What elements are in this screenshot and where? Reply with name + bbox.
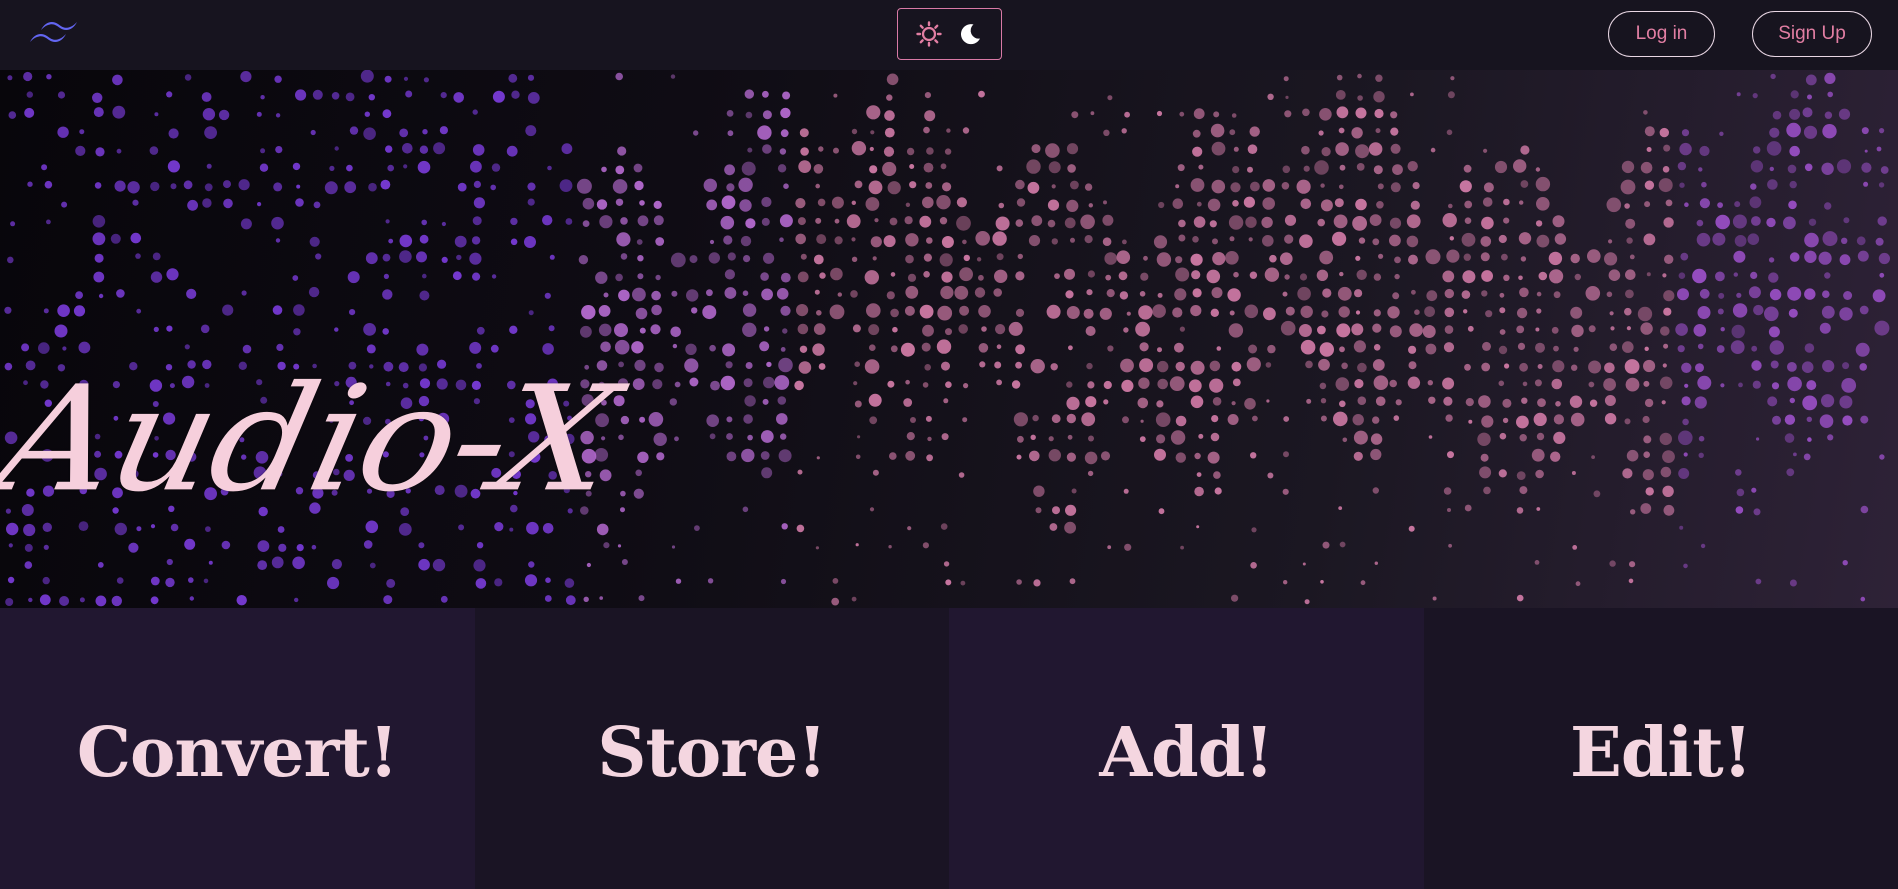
hero-banner: Audio-X [0, 70, 1898, 608]
feature-label: Edit! [1570, 712, 1752, 793]
tailwind-logo-icon[interactable] [28, 18, 80, 50]
hero-title: Audio-X [0, 355, 629, 525]
feature-card-add[interactable]: Add! [949, 608, 1424, 889]
theme-toggle[interactable] [897, 8, 1002, 60]
feature-label: Store! [597, 712, 827, 793]
signup-button[interactable]: Sign Up [1752, 11, 1872, 57]
features-row: Convert! Store! Add! Edit! [0, 608, 1898, 889]
feature-card-store[interactable]: Store! [474, 608, 949, 889]
login-button[interactable]: Log in [1608, 11, 1715, 57]
feature-label: Convert! [76, 712, 399, 793]
audio-equalizer-background [4, 70, 1890, 607]
moon-icon[interactable] [957, 21, 983, 47]
feature-label: Add! [1099, 712, 1274, 793]
feature-card-convert[interactable]: Convert! [0, 608, 475, 889]
navbar: Log in Sign Up [0, 0, 1898, 70]
sun-icon[interactable] [916, 21, 942, 47]
feature-card-edit[interactable]: Edit! [1423, 608, 1898, 889]
